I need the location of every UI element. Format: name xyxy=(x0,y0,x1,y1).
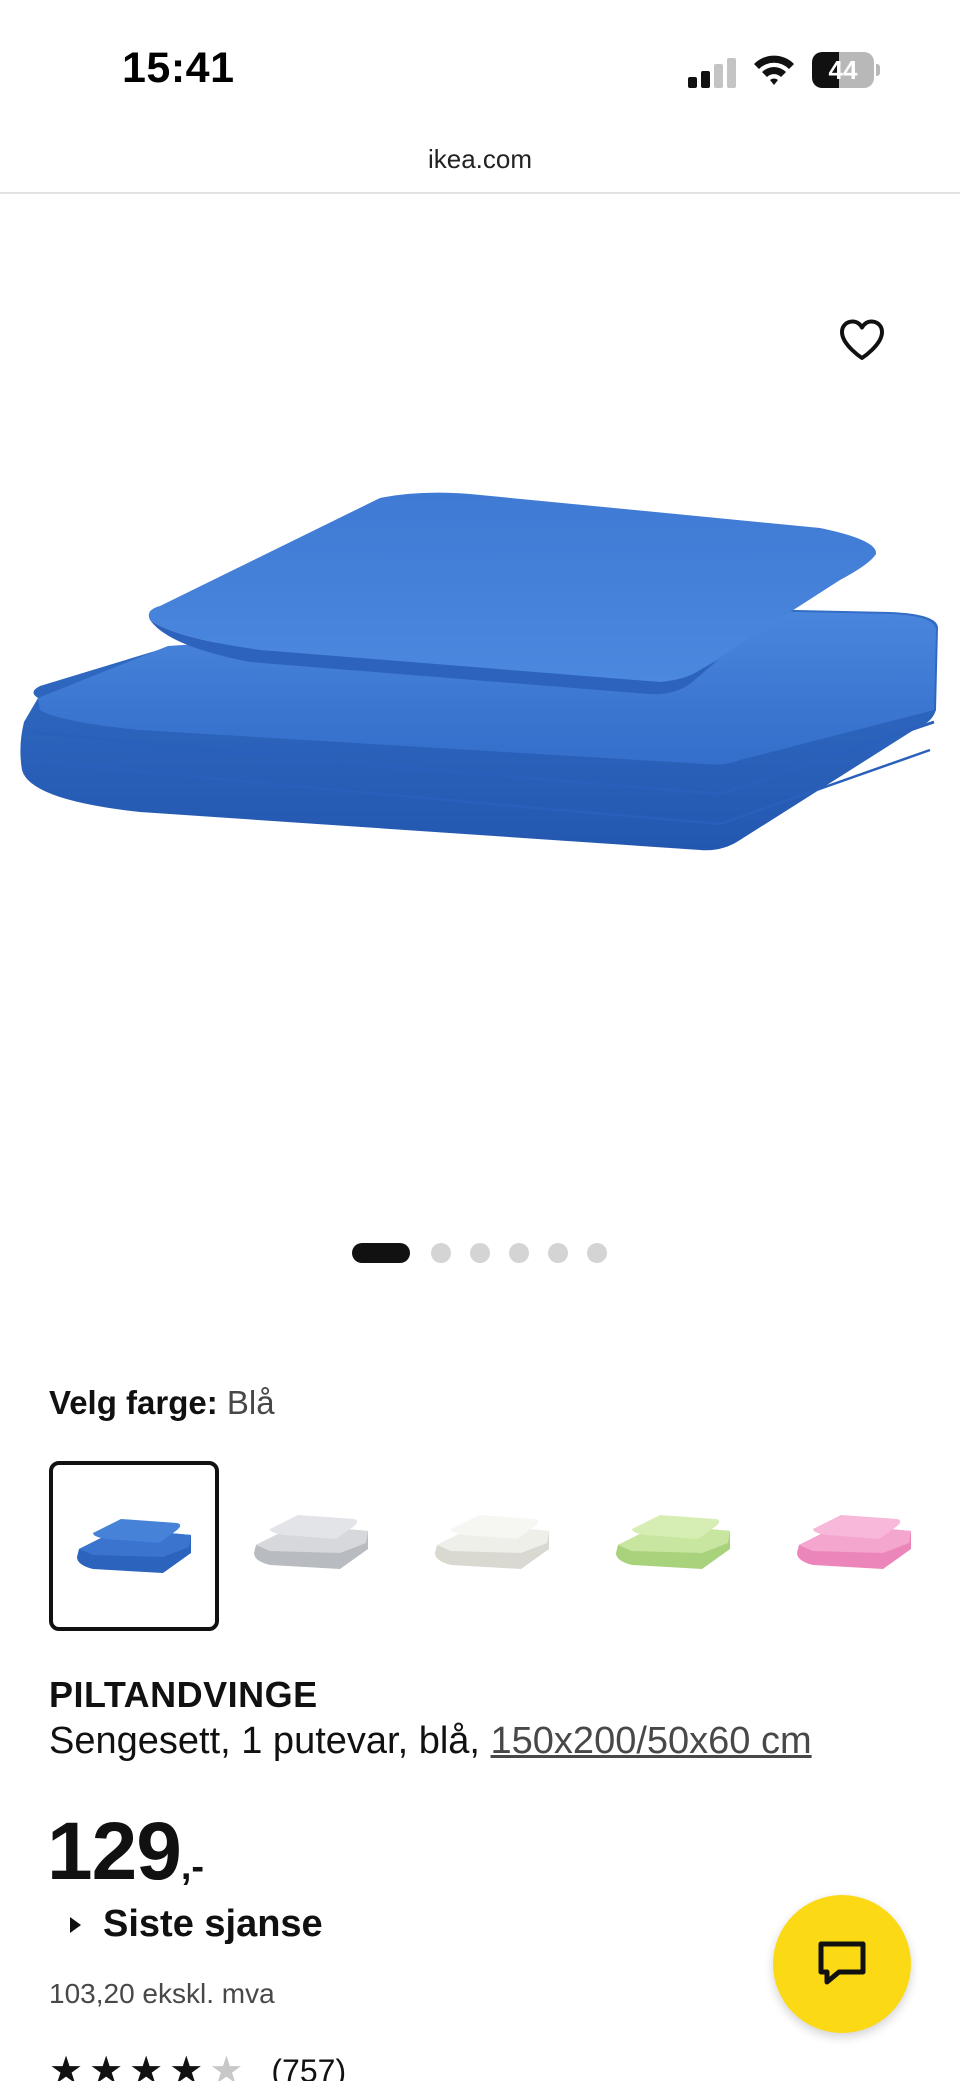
gallery-dot[interactable] xyxy=(509,1243,529,1263)
gallery-dot[interactable] xyxy=(431,1243,451,1263)
swatch-thumbnail xyxy=(77,1519,191,1573)
status-bar: 15:41 44 xyxy=(0,0,960,130)
review-count: (757) xyxy=(271,2053,347,2081)
price-excl-vat: 103,20 ekskl. mva xyxy=(49,1978,275,2009)
gallery-dot[interactable] xyxy=(470,1243,490,1263)
product-size-link[interactable]: 150x200/50x60 cm xyxy=(491,1720,812,1762)
star-filled-icon: ★ xyxy=(49,2050,84,2081)
gallery-dot[interactable] xyxy=(587,1243,607,1263)
wifi-icon xyxy=(754,55,794,85)
star-half-icon: ★ xyxy=(209,2050,244,2081)
product-description-text: Sengesett, 1 putevar, blå, xyxy=(49,1720,491,1762)
star-filled-icon: ★ xyxy=(89,2050,124,2081)
color-swatch-white[interactable] xyxy=(411,1461,581,1631)
url-text: ikea.com xyxy=(427,144,533,174)
battery-icon: 44 xyxy=(812,52,880,88)
address-bar[interactable]: ikea.com xyxy=(0,130,960,194)
product-price: 129,- xyxy=(47,1805,204,1899)
gallery-dot[interactable] xyxy=(352,1243,410,1263)
chat-bubble-icon xyxy=(818,1941,866,1985)
star-filled-icon: ★ xyxy=(169,2050,204,2081)
swatch-thumbnail xyxy=(616,1515,730,1569)
product-description: Sengesett, 1 putevar, blå, 150x200/50x60… xyxy=(49,1720,812,1763)
star-filled-icon: ★ xyxy=(129,2050,164,2081)
status-time: 15:41 xyxy=(122,44,235,92)
heart-outline-icon xyxy=(840,319,884,360)
chat-button[interactable] xyxy=(773,1895,911,2033)
swatch-thumbnail xyxy=(435,1515,549,1569)
product-rating[interactable]: ★ ★ ★ ★ ★ (757) xyxy=(49,2052,346,2081)
color-swatch-grey[interactable] xyxy=(230,1461,400,1631)
caret-right-icon xyxy=(70,1916,81,1933)
color-swatches xyxy=(49,1461,960,1631)
color-swatch-pink[interactable] xyxy=(773,1461,943,1631)
color-label: Velg farge: xyxy=(49,1384,218,1421)
selected-color-value: Blå xyxy=(226,1384,275,1421)
battery-level: 44 xyxy=(828,55,858,85)
color-swatch-green[interactable] xyxy=(592,1461,762,1631)
favorite-button[interactable] xyxy=(834,312,890,368)
gallery-dot[interactable] xyxy=(548,1243,568,1263)
cellular-signal-icon xyxy=(688,58,736,88)
product-name: PILTANDVINGE xyxy=(49,1674,318,1715)
last-chance-label: Siste sjanse xyxy=(103,1903,323,1945)
last-chance-toggle[interactable]: Siste sjanse xyxy=(70,1903,323,1946)
gallery-pagination[interactable] xyxy=(352,1242,626,1264)
swatch-thumbnail xyxy=(254,1515,368,1569)
price-integer: 129 xyxy=(47,1806,182,1897)
product-image[interactable] xyxy=(0,460,960,1080)
price-suffix: ,- xyxy=(180,1846,205,1888)
color-swatch-blue[interactable] xyxy=(49,1461,219,1631)
swatch-thumbnail xyxy=(797,1515,911,1569)
color-selector-label: Velg farge: Blå xyxy=(49,1384,275,1422)
